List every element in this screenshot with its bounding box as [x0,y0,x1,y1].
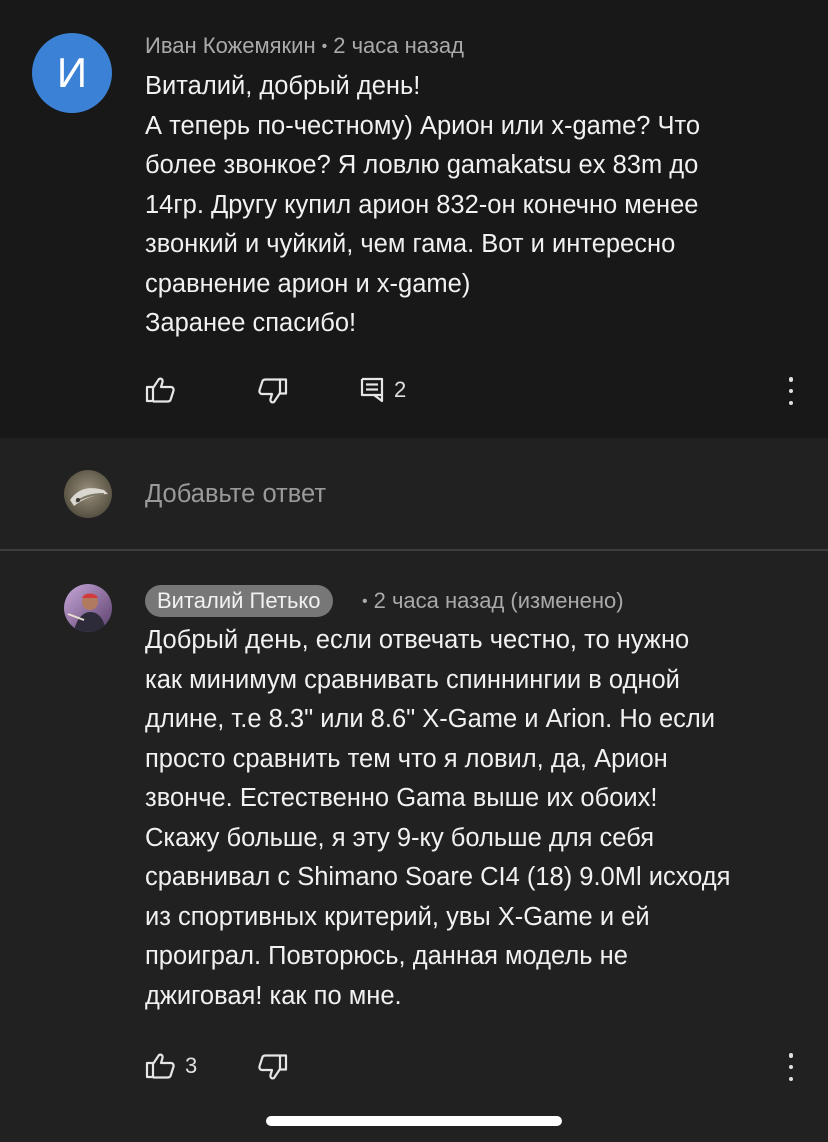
comment-line: звонкий и чуйкий, чем гама. Вот и интере… [145,230,676,258]
comment-meta: • 2 часа назад (изменено) [356,586,624,617]
comment-line: Виталий, добрый день! [145,72,421,100]
comment-line: 14гр. Другу купил арион 832-он конечно м… [145,190,699,219]
comment-line: более звонкое? Я ловлю gamakatsu ex 83m … [145,151,699,179]
comment-line: Добрый день, если отвечать честно, то ну… [145,626,690,654]
comment-time: 2 часа назад (изменено) [373,588,624,613]
comment-line: звонче. Естественно Gama выше их обоих! [145,784,658,812]
thumb-down-icon [258,378,288,404]
comment-line: просто сравнить тем что я ловил, да, Ари… [145,744,668,773]
more-vertical-icon-dot [788,388,794,394]
more-vertical-icon-dot [788,1076,794,1081]
comment-line: из спортивных критерий, увы X-Game и ей [145,902,650,931]
more-options-button[interactable] [785,377,797,405]
more-vertical-icon [788,377,794,382]
comments-page: И Иван Кожемякин • 2 часа назад Виталий, д… [0,0,828,1142]
user-avatar [64,470,112,518]
divider [0,549,828,551]
comment-line: проиграл. Повторюсь, данная модель не [145,942,628,970]
comment-line: Заранее спасибо! [145,309,357,337]
more-options-button[interactable] [785,1053,797,1081]
comment-thread-top: И Иван Кожемякин • 2 часа назад Виталий, д… [0,0,828,438]
replies-count: 2 [394,377,407,402]
comment-text: Виталий, добрый день! А теперь по-честно… [145,67,795,344]
comment-line: сравнивал с Shimano Soare CI4 (18) 9.0Ml… [145,863,731,891]
like-button[interactable]: 3 [145,1052,197,1080]
author-avatar-photo [64,584,112,632]
author-name[interactable]: Иван Кожемякин [145,33,316,58]
replies-button[interactable]: 2 [360,376,406,404]
thumb-down-icon [258,1054,288,1080]
comment-time: 2 часа назад [333,33,464,58]
like-count: 3 [185,1053,198,1078]
author-name: Виталий Петько [157,588,321,613]
comment-icon [360,377,384,403]
home-indicator[interactable] [266,1116,562,1126]
comment-line: джиговая! как по мне. [145,981,402,1010]
comment-line: А теперь по-честному) Арион или x-game? … [145,111,701,140]
meta-separator: • [362,593,368,610]
reply-input[interactable]: Добавьте ответ [145,476,326,512]
more-vertical-icon-dot [788,1064,794,1070]
avatar[interactable]: И [32,33,112,113]
dislike-button[interactable] [258,1053,288,1081]
thumb-up-icon [145,1053,175,1079]
comment-text: Добрый день, если отвечать честно, то ну… [145,621,795,1016]
like-button[interactable] [145,376,175,404]
thumb-up-icon [145,377,175,403]
more-vertical-icon-dot [788,400,794,405]
more-vertical-icon [788,1053,794,1058]
comment-line: как минимум сравнивать спиннингии в одно… [145,665,680,694]
avatar[interactable] [64,584,112,632]
dislike-button[interactable] [258,377,288,405]
comment-line: Скажу больше, я эту 9-ку больше для себя [145,823,655,852]
meta-separator: • [321,38,328,55]
comment-line: сравнение арион и x-game) [145,269,471,298]
reply-composer[interactable] [0,438,828,550]
user-avatar-photo [64,470,112,518]
comment-line: длине, т.е 8.3" или 8.6" X-Game и Arion.… [145,705,716,733]
comment-meta: Иван Кожемякин • 2 часа назад [145,31,464,62]
author-badge[interactable]: Виталий Петько [145,585,333,617]
